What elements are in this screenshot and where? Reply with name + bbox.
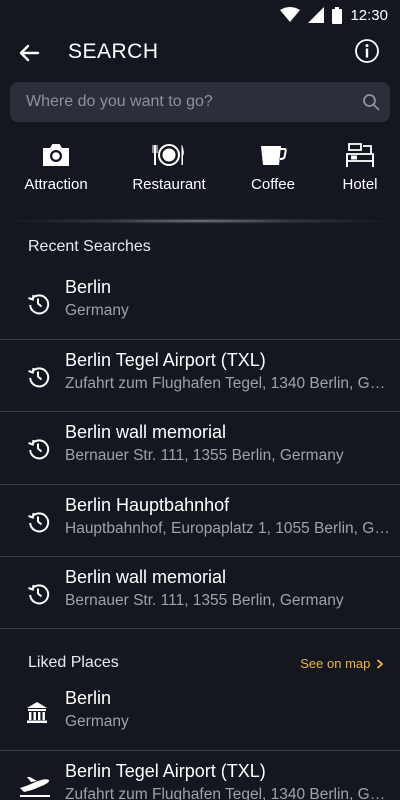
item-title: Berlin Tegel Airport (TXL) <box>65 350 266 370</box>
recent-search-item[interactable]: Berlin Hauptbahnhof Hauptbahnhof, Europa… <box>0 484 400 556</box>
liked-places-header: Liked Places <box>28 654 119 671</box>
liked-place-item[interactable]: Berlin Germany <box>0 677 400 749</box>
item-subtitle: Hauptbahnhof, Europaplatz 1, 1055 Berlin… <box>65 520 390 537</box>
app-bar: SEARCH <box>0 30 400 76</box>
history-icon <box>28 294 50 315</box>
see-on-map-label: See on map <box>300 656 371 671</box>
category-label: Coffee <box>251 176 295 193</box>
item-title: Berlin wall memorial <box>65 567 227 587</box>
item-subtitle: Germany <box>65 713 129 730</box>
category-label: Hotel <box>342 176 378 193</box>
plate-cutlery-icon <box>152 144 184 166</box>
history-icon <box>28 584 50 605</box>
landmark-icon <box>27 702 47 723</box>
category-bar: Attraction Restaurant Coffee Hotel <box>0 140 400 200</box>
battery-icon <box>332 6 343 24</box>
search-input[interactable] <box>26 93 346 111</box>
item-subtitle: Germany <box>65 302 129 319</box>
category-attraction[interactable]: Attraction <box>18 140 94 193</box>
item-subtitle: Zufahrt zum Flughafen Tegel, 1340 Berlin… <box>65 786 390 800</box>
section-divider <box>0 218 400 224</box>
item-title: Berlin Hauptbahnhof <box>65 495 230 515</box>
divider <box>0 628 400 629</box>
airplane-icon <box>20 777 50 797</box>
cell-signal-icon <box>308 7 325 23</box>
item-title: Berlin <box>65 688 112 708</box>
recent-search-item[interactable]: Berlin Germany <box>0 266 400 338</box>
category-restaurant[interactable]: Restaurant <box>128 140 210 193</box>
category-hotel[interactable]: Hotel <box>334 140 386 193</box>
liked-place-item[interactable]: Berlin Tegel Airport (TXL) Zufahrt zum F… <box>0 750 400 800</box>
item-subtitle: Bernauer Str. 111, 1355 Berlin, Germany <box>65 592 344 609</box>
history-icon <box>28 512 50 533</box>
category-coffee[interactable]: Coffee <box>246 140 300 193</box>
recent-searches-header: Recent Searches <box>28 238 151 255</box>
history-icon <box>28 439 50 460</box>
recent-search-item[interactable]: Berlin wall memorial Bernauer Str. 111, … <box>0 411 400 483</box>
item-subtitle: Bernauer Str. 111, 1355 Berlin, Germany <box>65 447 344 464</box>
history-icon <box>28 367 50 388</box>
status-time: 12:30 <box>350 6 388 24</box>
category-label: Restaurant <box>132 176 206 193</box>
info-icon[interactable] <box>354 38 380 64</box>
item-title: Berlin <box>65 277 112 297</box>
item-subtitle: Zufahrt zum Flughafen Tegel, 1340 Berlin… <box>65 375 390 392</box>
back-arrow-icon[interactable] <box>16 40 42 66</box>
camera-icon <box>43 144 69 166</box>
chevron-right-icon <box>376 659 384 669</box>
item-title: Berlin wall memorial <box>65 422 227 442</box>
category-label: Attraction <box>24 176 88 193</box>
search-icon[interactable] <box>362 93 380 111</box>
page-title: SEARCH <box>68 40 159 63</box>
coffee-cup-icon <box>261 146 287 165</box>
hotel-bed-icon <box>346 143 374 167</box>
recent-search-item[interactable]: Berlin wall memorial Bernauer Str. 111, … <box>0 556 400 628</box>
status-bar: 12:30 <box>0 0 400 30</box>
recent-search-item[interactable]: Berlin Tegel Airport (TXL) Zufahrt zum F… <box>0 339 400 411</box>
see-on-map-link[interactable]: See on map <box>300 656 384 671</box>
wifi-icon <box>280 7 301 22</box>
item-title: Berlin Tegel Airport (TXL) <box>65 761 266 781</box>
search-bar[interactable] <box>10 82 390 122</box>
